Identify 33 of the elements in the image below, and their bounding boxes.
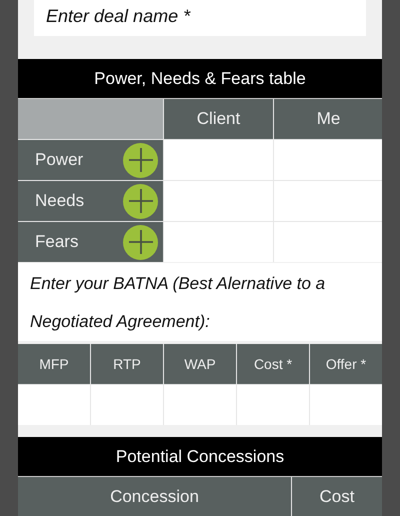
column-header: Client bbox=[164, 99, 273, 139]
section-header: Power, Needs & Fears table bbox=[18, 59, 382, 99]
row-label: Needs bbox=[35, 191, 84, 211]
batna-field[interactable]: Enter your BATNA (Best Alernative to a Negotiated Agreement): bbox=[18, 263, 382, 341]
add-button[interactable] bbox=[123, 142, 158, 178]
column-header: MFP bbox=[18, 344, 90, 384]
input-cell[interactable] bbox=[237, 385, 309, 425]
input-cell[interactable] bbox=[310, 385, 382, 425]
input-cell[interactable] bbox=[91, 385, 163, 425]
deal-name-field[interactable]: Enter deal name * bbox=[34, 0, 366, 36]
row-label: Fears bbox=[35, 232, 78, 252]
input-cell[interactable] bbox=[18, 385, 90, 425]
column-header: Offer * bbox=[310, 344, 382, 384]
input-cell[interactable] bbox=[164, 140, 273, 180]
row-label: Power bbox=[35, 150, 84, 170]
column-header: Concession bbox=[18, 477, 291, 516]
section-header: Potential Concessions bbox=[18, 437, 382, 477]
add-button[interactable] bbox=[123, 224, 158, 260]
column-header: Me bbox=[274, 99, 382, 139]
column-header: Cost * bbox=[237, 344, 309, 384]
plus-icon bbox=[128, 229, 154, 255]
input-cell[interactable] bbox=[164, 222, 273, 262]
input-cell[interactable] bbox=[274, 222, 382, 262]
input-cell[interactable] bbox=[274, 140, 382, 180]
column-header: Cost bbox=[292, 477, 382, 516]
input-cell[interactable] bbox=[164, 181, 273, 221]
plus-icon bbox=[128, 147, 154, 173]
plus-icon bbox=[128, 188, 154, 214]
column-header: WAP bbox=[164, 344, 236, 384]
input-cell[interactable] bbox=[274, 181, 382, 221]
add-button[interactable] bbox=[123, 184, 158, 218]
input-cell[interactable] bbox=[164, 385, 236, 425]
column-header: RTP bbox=[91, 344, 163, 384]
